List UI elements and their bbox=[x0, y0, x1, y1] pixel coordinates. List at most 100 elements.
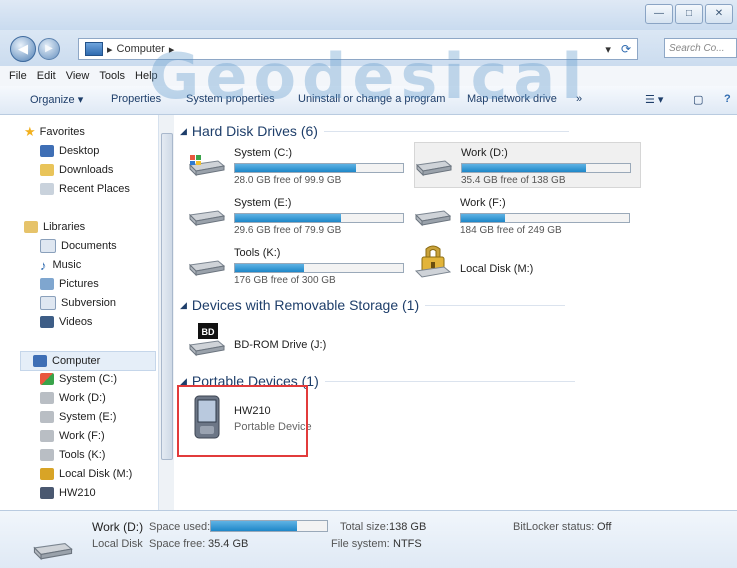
music-icon: ♪ bbox=[40, 257, 47, 273]
more-commands-button[interactable]: » bbox=[576, 93, 582, 105]
star-icon: ★ bbox=[24, 124, 36, 139]
sidebar-item-pictures[interactable]: Pictures bbox=[40, 275, 99, 293]
menu-help[interactable]: Help bbox=[135, 70, 158, 82]
sidebar-item-hw210[interactable]: HW210 bbox=[40, 484, 96, 502]
drive-work-f[interactable]: Work (F:) 184 GB free of 249 GB bbox=[414, 193, 639, 237]
organize-button[interactable]: Organize ▾ bbox=[30, 93, 83, 106]
pictures-icon bbox=[40, 278, 54, 290]
refresh-icon[interactable]: ⟳ bbox=[621, 42, 631, 56]
free-space-text: 176 GB free of 300 GB bbox=[234, 275, 336, 286]
sidebar-item-label: System (E:) bbox=[59, 411, 117, 423]
menu-bar: File Edit View Tools Help bbox=[0, 66, 737, 86]
back-button[interactable]: ◀ bbox=[10, 36, 36, 62]
sidebar-item-system-e[interactable]: System (E:) bbox=[40, 408, 116, 426]
divider bbox=[425, 304, 566, 306]
breadcrumb-computer[interactable]: Computer bbox=[117, 43, 165, 55]
drive-label: System (C:) bbox=[234, 147, 293, 159]
sidebar-item-subversion[interactable]: Subversion bbox=[40, 294, 116, 312]
capacity-bar bbox=[234, 213, 404, 223]
drive-work-d[interactable]: Work (D:) 35.4 GB free of 138 GB bbox=[414, 142, 641, 188]
minimize-button[interactable]: — bbox=[645, 4, 673, 24]
sidebar-item-computer[interactable]: Computer bbox=[20, 351, 156, 371]
menu-file[interactable]: File bbox=[9, 70, 27, 82]
total-size-label: Total size: bbox=[340, 521, 389, 533]
drive-label: Local Disk (M:) bbox=[460, 263, 534, 275]
recent-places-icon bbox=[40, 183, 54, 195]
free-space-text: 28.0 GB free of 99.9 GB bbox=[234, 175, 342, 186]
space-free-value: 35.4 GB bbox=[208, 538, 249, 550]
sidebar-item-recent[interactable]: Recent Places bbox=[40, 180, 130, 198]
drive-local-m[interactable]: Local Disk (M:) bbox=[414, 243, 639, 287]
drive-icon bbox=[40, 449, 54, 461]
drive-icon bbox=[33, 542, 73, 561]
total-size-value: 138 GB bbox=[389, 521, 427, 533]
sidebar-item-desktop[interactable]: Desktop bbox=[40, 142, 99, 160]
window-controls: — □ ✕ bbox=[645, 4, 733, 24]
downloads-icon bbox=[40, 164, 54, 176]
drive-icon bbox=[40, 411, 54, 423]
drive-system-c[interactable]: System (C:) 28.0 GB free of 99.9 GB bbox=[188, 143, 413, 187]
drive-icon bbox=[40, 430, 54, 442]
bd-rom-drive-icon: BD bbox=[188, 323, 226, 357]
capacity-bar bbox=[234, 263, 404, 273]
sidebar-item-label: Documents bbox=[61, 240, 117, 252]
sidebar-item-label: Computer bbox=[52, 355, 101, 367]
sidebar-item-videos[interactable]: Videos bbox=[40, 313, 92, 331]
sidebar-item-downloads[interactable]: Downloads bbox=[40, 161, 113, 179]
sidebar-item-label: Local Disk (M:) bbox=[59, 468, 133, 480]
sidebar-item-label: Videos bbox=[59, 316, 93, 328]
uninstall-button[interactable]: Uninstall or change a program bbox=[298, 93, 445, 105]
sidebar-item-documents[interactable]: Documents bbox=[40, 237, 117, 255]
collapse-icon[interactable]: ◢ bbox=[180, 300, 187, 311]
drive-icon bbox=[414, 210, 452, 227]
drive-bd-rom-j[interactable]: BD BD-ROM Drive (J:) bbox=[188, 321, 413, 365]
maximize-button[interactable]: □ bbox=[675, 4, 703, 24]
sidebar-item-tools-k[interactable]: Tools (K:) bbox=[40, 446, 105, 464]
search-input[interactable]: Search Co... bbox=[664, 38, 737, 58]
close-button[interactable]: ✕ bbox=[705, 4, 733, 24]
drive-icon bbox=[188, 260, 226, 277]
section-hard-disk-drives[interactable]: ◢ Hard Disk Drives (6) bbox=[180, 123, 569, 139]
history-dropdown-icon[interactable]: ▾ bbox=[605, 43, 611, 56]
divider bbox=[324, 380, 575, 382]
view-options-icon[interactable]: ☰ ▾ bbox=[645, 93, 663, 106]
sidebar-scrollbar[interactable] bbox=[158, 115, 174, 510]
sidebar-item-local-m[interactable]: Local Disk (M:) bbox=[40, 465, 132, 483]
sidebar-item-label: Tools (K:) bbox=[59, 449, 106, 461]
menu-tools[interactable]: Tools bbox=[99, 70, 125, 82]
sidebar-item-libraries[interactable]: Libraries bbox=[24, 218, 85, 236]
drive-label: Work (D:) bbox=[461, 147, 508, 159]
preview-pane-icon[interactable]: ▢ bbox=[693, 93, 703, 106]
scrollbar-thumb[interactable] bbox=[161, 133, 173, 460]
sidebar-item-work-d[interactable]: Work (D:) bbox=[40, 389, 106, 407]
sidebar-item-system-c[interactable]: System (C:) bbox=[40, 370, 117, 388]
sidebar-item-label: Music bbox=[52, 259, 82, 271]
section-removable-storage[interactable]: ◢ Devices with Removable Storage (1) bbox=[180, 297, 566, 313]
menu-view[interactable]: View bbox=[66, 70, 90, 82]
libraries-icon bbox=[24, 221, 38, 233]
sidebar-item-label: Subversion bbox=[61, 297, 117, 309]
forward-button[interactable]: ▶ bbox=[38, 38, 60, 60]
computer-icon bbox=[85, 42, 103, 56]
sidebar-item-work-f[interactable]: Work (F:) bbox=[40, 427, 105, 445]
capacity-bar-fill bbox=[461, 214, 505, 222]
drive-tools-k[interactable]: Tools (K:) 176 GB free of 300 GB bbox=[188, 243, 413, 287]
collapse-icon[interactable]: ◢ bbox=[180, 126, 187, 137]
capacity-bar-fill bbox=[235, 264, 304, 272]
sidebar-item-favorites[interactable]: ★ Favorites bbox=[24, 123, 85, 141]
drive-system-e[interactable]: System (E:) 29.6 GB free of 79.9 GB bbox=[188, 193, 413, 237]
help-icon[interactable]: ? bbox=[724, 93, 731, 105]
address-box[interactable]: ▸ Computer ▸ ▾ ⟳ bbox=[78, 38, 638, 60]
sidebar-item-label: HW210 bbox=[59, 487, 96, 499]
system-properties-button[interactable]: System properties bbox=[186, 93, 275, 105]
map-network-drive-button[interactable]: Map network drive bbox=[467, 93, 557, 105]
sidebar-item-music[interactable]: ♪ Music bbox=[40, 256, 81, 274]
properties-button[interactable]: Properties bbox=[111, 93, 161, 105]
free-space-text: 184 GB free of 249 GB bbox=[460, 225, 562, 236]
menu-edit[interactable]: Edit bbox=[37, 70, 56, 82]
space-used-bar-fill bbox=[211, 521, 297, 531]
sidebar-item-label: Work (F:) bbox=[59, 430, 105, 442]
system-drive-icon bbox=[188, 155, 226, 177]
drive-label: Tools (K:) bbox=[234, 247, 281, 259]
bitlocker-label: BitLocker status: bbox=[513, 521, 595, 533]
